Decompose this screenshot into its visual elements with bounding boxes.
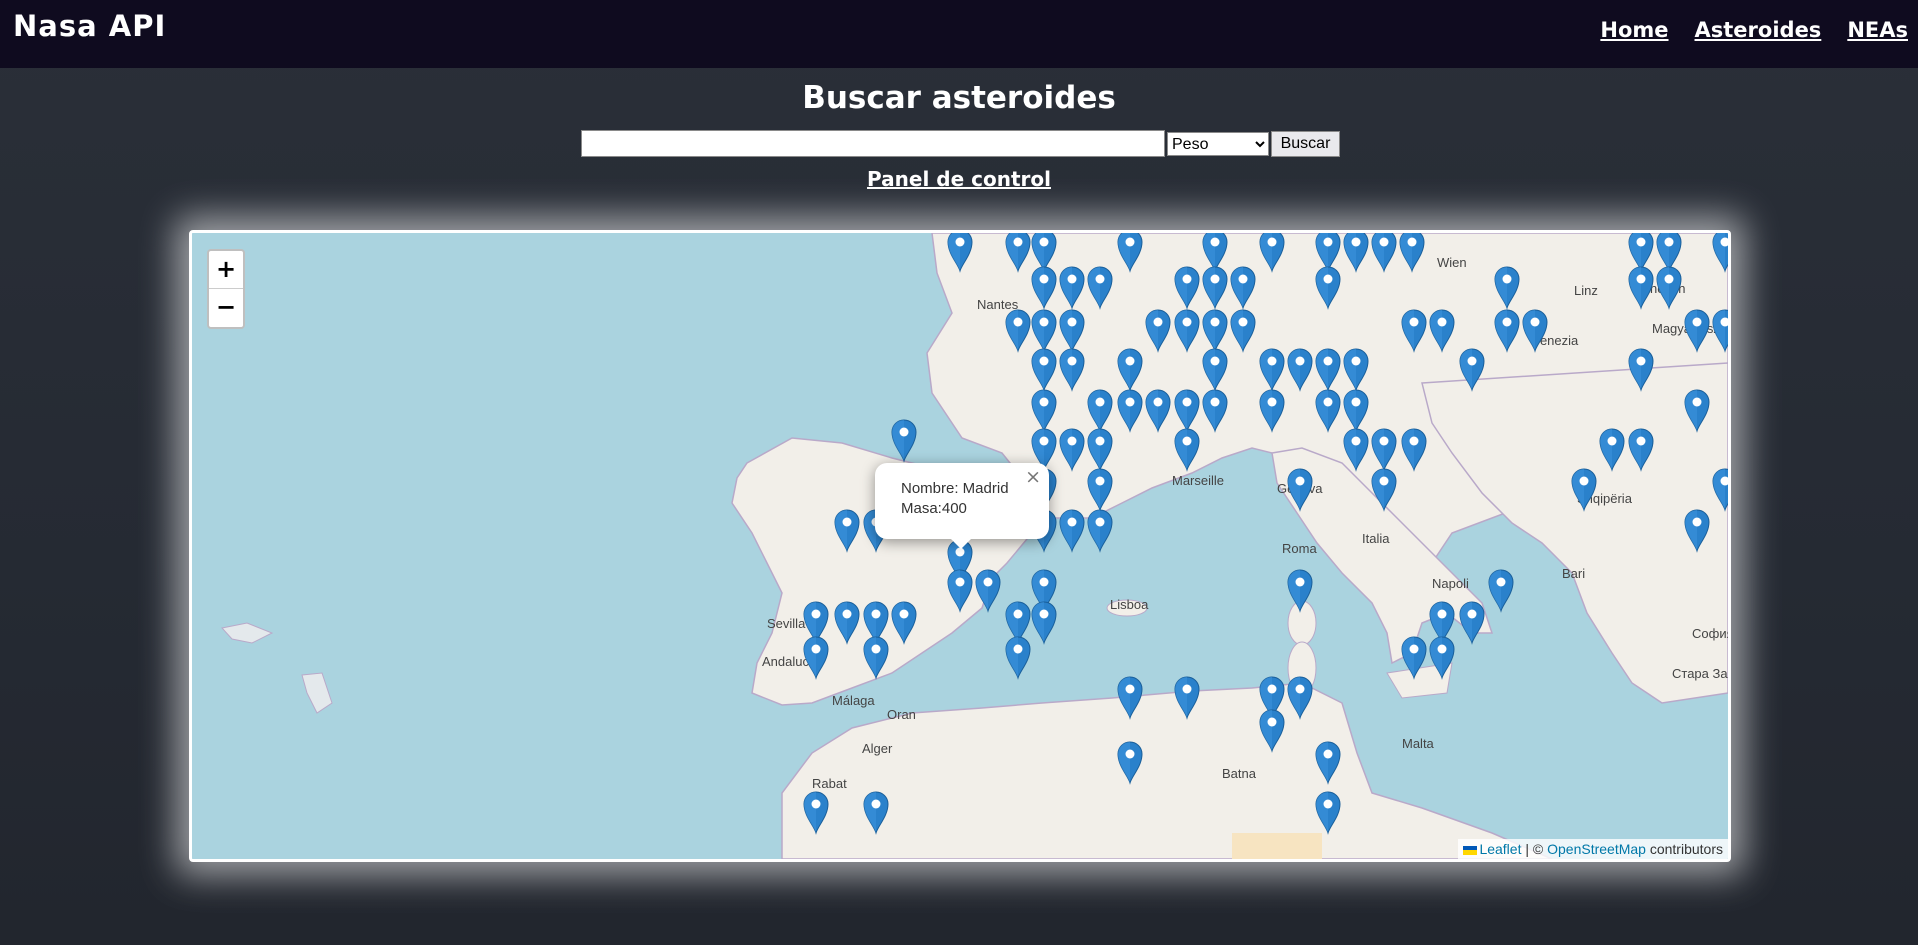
map-label: Wien bbox=[1437, 255, 1467, 270]
map-label: София bbox=[1692, 626, 1728, 641]
brand-logo[interactable]: Nasa API bbox=[13, 9, 166, 43]
zoom-control: + − bbox=[207, 249, 245, 329]
map-label: Marseille bbox=[1172, 473, 1224, 488]
top-navbar: Nasa API Home Asteroides NEAs bbox=[0, 0, 1918, 68]
nav-home-link[interactable]: Home bbox=[1600, 18, 1668, 42]
map-label: Alger bbox=[862, 741, 893, 756]
main-nav: Home Asteroides NEAs bbox=[1600, 18, 1908, 42]
map-label: Linz bbox=[1574, 283, 1598, 298]
map-label: Стара Загора bbox=[1672, 666, 1728, 681]
search-button[interactable]: Buscar bbox=[1271, 131, 1340, 157]
control-panel-link[interactable]: Panel de control bbox=[867, 167, 1051, 191]
search-input[interactable] bbox=[581, 130, 1165, 157]
map-container[interactable]: Nantes Linz Wien München Magyarország Ve… bbox=[189, 230, 1731, 862]
nav-asteroides-link[interactable]: Asteroides bbox=[1695, 18, 1822, 42]
map-label: Napoli bbox=[1432, 576, 1469, 591]
attribution-suffix: contributors bbox=[1645, 841, 1723, 857]
popup-mass: Masa:400 bbox=[901, 500, 967, 517]
map-label: Batna bbox=[1222, 766, 1257, 781]
sort-select[interactable]: Peso bbox=[1167, 132, 1269, 156]
map-attribution: Leaflet | © OpenStreetMap contributors bbox=[1458, 839, 1728, 859]
page-title: Buscar asteroides bbox=[802, 80, 1116, 116]
map-label: Italia bbox=[1362, 531, 1390, 546]
nav-neas-link[interactable]: NEAs bbox=[1847, 18, 1908, 42]
openstreetmap-link[interactable]: OpenStreetMap bbox=[1547, 841, 1646, 857]
zoom-out-button[interactable]: − bbox=[209, 289, 243, 327]
close-icon[interactable]: × bbox=[1025, 467, 1041, 487]
map-label: Bari bbox=[1562, 566, 1585, 581]
map-label: Malta bbox=[1402, 736, 1435, 751]
map-label: Roma bbox=[1282, 541, 1317, 556]
zoom-in-button[interactable]: + bbox=[209, 251, 243, 289]
search-form: Peso Buscar bbox=[581, 130, 1340, 157]
map-label: Lisboa bbox=[1110, 597, 1149, 612]
marker-popup: × Nombre: Madrid Masa:400 bbox=[875, 463, 1049, 549]
map-label: Sevilla bbox=[767, 616, 806, 631]
ukraine-flag-icon bbox=[1463, 845, 1478, 855]
attribution-separator: | © bbox=[1521, 841, 1548, 857]
popup-name: Nombre: Madrid bbox=[901, 480, 1009, 497]
leaflet-link[interactable]: Leaflet bbox=[1479, 841, 1521, 857]
map-label: Rabat bbox=[812, 776, 847, 791]
panel-link-container: Panel de control bbox=[0, 167, 1918, 191]
map-label: Málaga bbox=[832, 693, 875, 708]
map-label: Nantes bbox=[977, 297, 1019, 312]
map-label: Oran bbox=[887, 707, 916, 722]
